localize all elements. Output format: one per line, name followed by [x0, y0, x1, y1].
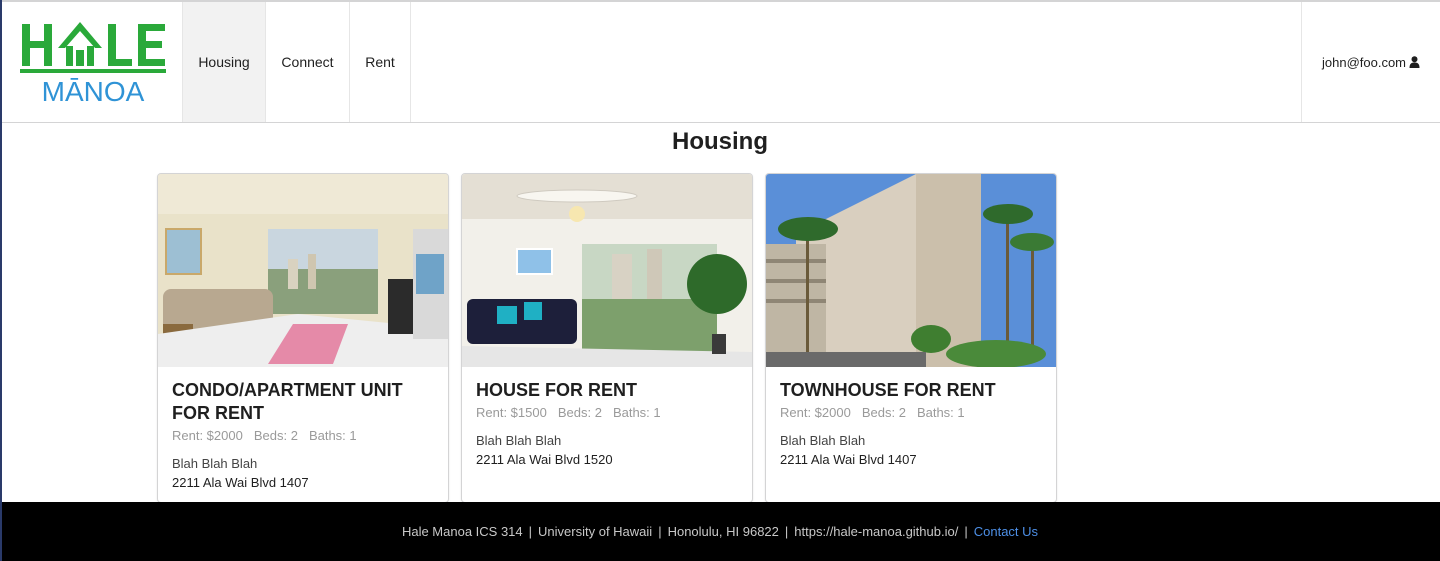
user-menu[interactable]: john@foo.com [1301, 2, 1440, 122]
listing-description: Blah Blah Blah [780, 433, 866, 448]
user-email: john@foo.com [1321, 54, 1407, 70]
page-title: Housing [672, 128, 768, 155]
navbar: MĀNOA Housing Connect Rent john@foo.com [2, 2, 1440, 123]
nav-housing[interactable]: Housing [182, 2, 266, 122]
listing-meta: Rent: $1500 Beds: 2 Baths: 1 [476, 405, 740, 421]
nav-connect[interactable]: Connect [266, 2, 350, 122]
footer-url: https://hale-manoa.github.io/ [794, 524, 959, 539]
listing-title: CONDO/APARTMENT UNIT FOR RENT [172, 380, 403, 423]
nav-housing-label: Housing [198, 54, 250, 70]
svg-text:MĀNOA: MĀNOA [42, 76, 145, 107]
nav-rent-label: Rent [365, 54, 395, 70]
logo[interactable]: MĀNOA [2, 2, 182, 122]
user-icon [1409, 56, 1420, 68]
listing-baths: Baths: 1 [308, 428, 357, 443]
footer: Hale Manoa ICS 314 | University of Hawai… [0, 502, 1440, 561]
listing-card[interactable]: CONDO/APARTMENT UNIT FOR RENT Rent: $200… [157, 173, 449, 503]
listing-rent: Rent: $2000 [780, 405, 851, 420]
footer-location: Honolulu, HI 96822 [667, 524, 779, 539]
listing-meta: Rent: $2000 Beds: 2 Baths: 1 [172, 428, 436, 444]
listing-rent: Rent: $2000 [172, 428, 243, 443]
listing-beds: Beds: 2 [253, 428, 298, 443]
contact-us-link[interactable]: Contact Us [974, 524, 1038, 539]
window-edge [0, 0, 2, 561]
footer-university: University of Hawaii [538, 524, 653, 539]
footer-separator: | [528, 524, 533, 539]
listing-photo [462, 174, 752, 367]
listing-title: TOWNHOUSE FOR RENT [780, 380, 996, 400]
listing-photo [158, 174, 448, 367]
listing-description: Blah Blah Blah [476, 433, 562, 448]
listing-meta: Rent: $2000 Beds: 2 Baths: 1 [780, 405, 1044, 421]
listing-card[interactable]: HOUSE FOR RENT Rent: $1500 Beds: 2 Baths: … [461, 173, 753, 503]
footer-separator: | [784, 524, 789, 539]
listing-description: Blah Blah Blah [172, 456, 258, 471]
listing-address: 2211 Ala Wai Blvd 1520 [476, 452, 613, 467]
footer-separator: | [658, 524, 662, 539]
listing-address: 2211 Ala Wai Blvd 1407 [172, 475, 309, 490]
listing-photo [766, 174, 1056, 367]
listing-address: 2211 Ala Wai Blvd 1407 [780, 452, 917, 467]
listing-title: HOUSE FOR RENT [476, 380, 638, 400]
listing-baths: Baths: 1 [612, 405, 661, 420]
listing-baths: Baths: 1 [916, 405, 965, 420]
footer-org: Hale Manoa ICS 314 [401, 524, 523, 539]
nav-connect-label: Connect [281, 54, 334, 70]
nav-rent[interactable]: Rent [350, 2, 411, 122]
listing-beds: Beds: 2 [557, 405, 602, 420]
listing-beds: Beds: 2 [861, 405, 906, 420]
footer-separator: | [964, 524, 968, 539]
listing-card[interactable]: TOWNHOUSE FOR RENT Rent: $2000 Beds: 2 Bat… [765, 173, 1057, 503]
listing-rent: Rent: $1500 [476, 405, 547, 420]
hale-manoa-logo: MĀNOA [20, 22, 166, 107]
